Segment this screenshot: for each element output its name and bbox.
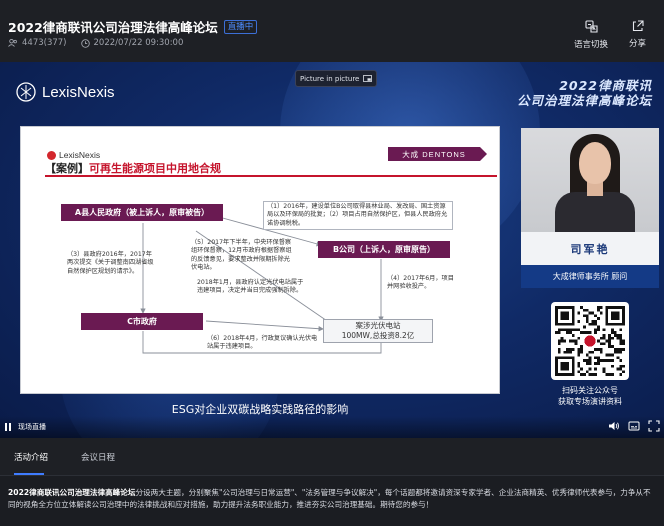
presenter-nameplate: 司军艳 大成律师事务所 顾问 (521, 232, 659, 288)
box-city-government: C市政府 (81, 313, 203, 330)
active-tab-indicator (14, 473, 44, 475)
tab-agenda[interactable]: 会议日程 (81, 451, 115, 463)
lexisnexis-mark-icon (16, 82, 36, 102)
clock-icon (80, 38, 90, 48)
note-demolition: 2018年1月，县政府认定光伏电站属于违建项目，决定并当日完成强制拆除。 (197, 279, 304, 295)
datetime-text: 2022/07/22 09:30:00 (93, 38, 184, 48)
viewer-count: 4473(377) (8, 38, 67, 48)
language-switch-label: 语言切换 (574, 40, 609, 50)
player-controls: 现场直播 (0, 416, 664, 438)
note-county-requests: （3）县政府2016年，2017年两次提交《关于调整南四湖省级自然保护区规划的请… (67, 251, 154, 275)
description-bold: 2022律商联讯公司治理法律高峰论坛 (8, 488, 136, 497)
note-review: （6）2018年4月，行政复议确认光伏电站属于违建项目。 (207, 335, 318, 351)
presenter-name: 司军艳 (521, 232, 659, 265)
header: 2022律商联讯公司治理法律高峰论坛 直播中 4473(377) 2022/07… (0, 0, 664, 62)
box-county-government: A县人民政府（被上诉人，原审被告） (61, 204, 223, 221)
picture-in-picture-button[interactable]: Picture in picture (295, 70, 378, 87)
tab-event-intro[interactable]: 活动介绍 (14, 451, 48, 463)
page-title: 2022律商联讯公司治理法律高峰论坛 (8, 20, 218, 35)
presenter-title: 大成律师事务所 顾问 (521, 265, 659, 288)
status-badge: 直播中 (223, 19, 258, 34)
tab-bar: 活动介绍 会议日程 (0, 438, 664, 476)
qr-caption-line1: 扫码关注公众号 (562, 386, 618, 395)
fullscreen-icon[interactable] (648, 420, 660, 432)
slide-brand-text: LexisNexis (59, 150, 101, 160)
note-approvals: （1）2016年，建设单位B公司取得县林业局、发改局、国土资源局以及环保局的批复… (263, 201, 453, 230)
slide-heading: 【案例】可再生能源项目中用地合规 (45, 160, 221, 176)
video-caption: ESG对企业双碳战略实践路径的影响 (171, 403, 349, 416)
box-solar-plant: 案涉光伏电站 100MW,总投资8.2亿 (323, 319, 433, 343)
qr-code (551, 302, 629, 380)
forum-title: 2022律商联讯 公司治理法律高峰论坛 (517, 78, 652, 108)
plant-line2: 100MW,总投资8.2亿 (341, 331, 415, 340)
live-label: 现场直播 (18, 423, 46, 431)
qr-code-image (555, 306, 625, 376)
pip-label: Picture in picture (300, 74, 360, 83)
share-button[interactable]: 分享 (629, 20, 646, 49)
qr-caption: 扫码关注公众号 获取专场演讲资料 (521, 385, 659, 407)
presentation-slide: LexisNexis 【案例】可再生能源项目中用地合规 大成 DENTONS A… (20, 126, 500, 394)
meta-row: 4473(377) 2022/07/22 09:30:00 (8, 38, 183, 48)
dentons-logo: 大成 DENTONS (388, 147, 480, 161)
language-switch-button[interactable]: 语言切换 (574, 20, 608, 50)
title-row: 2022律商联讯公司治理法律高峰论坛 直播中 (8, 17, 258, 36)
people-icon (8, 39, 17, 47)
plant-line1: 案涉光伏电站 (355, 321, 401, 330)
qr-caption-line2: 获取专场演讲资料 (558, 397, 622, 406)
forum-title-line1: 2022律商联讯 (559, 78, 652, 93)
volume-icon[interactable] (608, 420, 620, 432)
slide-brand: LexisNexis (47, 150, 100, 160)
video-player[interactable]: LexisNexis Picture in picture 2022律商联讯 公… (0, 62, 664, 438)
subtitles-icon[interactable] (628, 420, 640, 432)
forum-title-line2: 公司治理法律高峰论坛 (516, 93, 652, 108)
note-inspection: （5）2017年下半年，中央环保督察组环保督察，12月市政府根据督察组的反馈意见… (191, 239, 292, 271)
lexisnexis-logo: LexisNexis (16, 82, 115, 102)
slide-divider (45, 175, 497, 177)
share-label: 分享 (629, 39, 647, 49)
slide-heading-bracket: 【案例】 (45, 162, 89, 175)
box-company-b: B公司（上诉人，原审原告） (318, 241, 450, 258)
pip-icon (363, 75, 373, 82)
brand-text: LexisNexis (42, 83, 115, 101)
viewer-count-text: 4473(377) (22, 38, 67, 48)
event-description: 2022律商联讯公司治理法律高峰论坛分设两大主题，分别聚焦"公司治理与日常运营"… (8, 487, 658, 511)
translate-icon (584, 20, 598, 33)
share-icon (632, 20, 644, 32)
event-datetime: 2022/07/22 09:30:00 (80, 38, 184, 48)
presenter-video (521, 128, 659, 232)
lexis-dot-icon (47, 150, 56, 160)
pause-button[interactable] (5, 423, 11, 431)
slide-heading-text: 可再生能源项目中用地合规 (89, 162, 221, 175)
note-grid-connection: （4）2017年6月，项目并网验收投产。 (387, 275, 454, 291)
pause-icon (5, 423, 7, 431)
